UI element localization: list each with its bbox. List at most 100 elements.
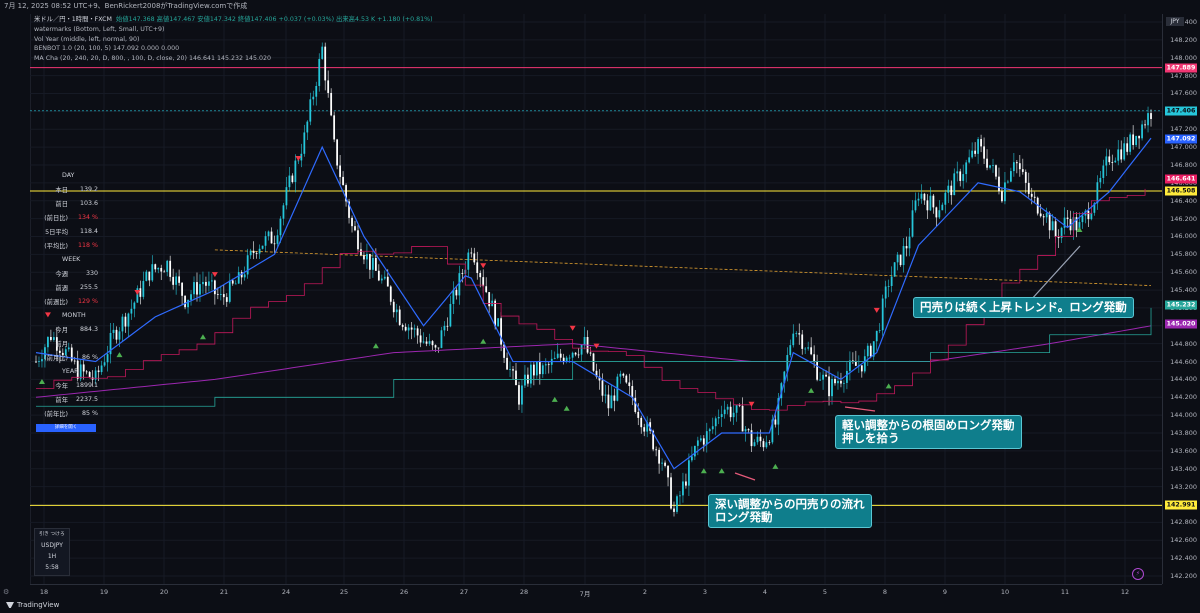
annotation-uptrend-long[interactable]: 円売りは続く上昇トレンド。ロング発動 xyxy=(913,297,1134,318)
candle-body xyxy=(1054,221,1057,237)
price-tick-label: 144.000 xyxy=(1170,411,1197,420)
stats-row: 5日平均 118.4 xyxy=(34,224,98,238)
candle-body xyxy=(1010,171,1012,182)
candle-body xyxy=(714,418,717,427)
sell-signal xyxy=(748,401,755,407)
price-tick-label: 147.600 xyxy=(1170,89,1197,98)
stats-row: 前年 2237.5 xyxy=(34,392,98,406)
stats-detail-button[interactable]: 詳細を開く xyxy=(36,424,96,432)
legend-line-watermarks[interactable]: watermarks (Bottom, Left, Small, UTC+9) xyxy=(34,25,433,35)
tradingview-logo-icon xyxy=(6,602,14,608)
price-axis[interactable]: 148.400148.200148.000147.800147.600147.4… xyxy=(1162,14,1200,584)
candle-body xyxy=(524,374,526,386)
candle-body xyxy=(541,365,544,375)
candle-body xyxy=(366,253,368,260)
candle-body xyxy=(374,257,377,271)
candle-body xyxy=(577,354,580,356)
stats-value: 118.4 xyxy=(79,227,98,235)
time-tick-label: 5 xyxy=(822,588,828,596)
candle-body xyxy=(926,200,929,211)
candle-body xyxy=(732,412,735,418)
candle-body xyxy=(869,345,872,357)
stats-value: 118 % xyxy=(77,241,98,249)
legend-line-volyear[interactable]: Vol Year (middle, left, normal, 90) xyxy=(34,35,433,45)
time-tick-label: 10 xyxy=(1000,588,1010,596)
stats-label: 今週 xyxy=(55,270,68,278)
candle-body xyxy=(899,254,902,266)
stats-week-header: WEEK xyxy=(62,255,81,263)
candle-body xyxy=(628,382,631,387)
candle-body xyxy=(279,218,282,236)
candle-body xyxy=(711,426,714,430)
candle-body xyxy=(920,193,923,199)
candle-body xyxy=(1138,135,1140,139)
candle-body xyxy=(273,243,276,245)
candle-body xyxy=(449,303,452,327)
candle-body xyxy=(866,345,869,357)
candle-body xyxy=(905,246,908,249)
price-tag: 145.020 xyxy=(1165,319,1197,329)
candle-body xyxy=(404,326,407,331)
candle-body xyxy=(336,139,339,166)
candle-body xyxy=(1135,135,1138,145)
candle-body xyxy=(333,115,336,140)
candle-body xyxy=(121,316,124,332)
candle-body xyxy=(685,481,687,486)
buy-signal xyxy=(480,338,487,344)
time-tick-label: 26 xyxy=(399,588,409,596)
annotation-deep-correction-long[interactable]: 深い調整からの円売りの流れ ロング発動 xyxy=(708,494,872,528)
candle-body xyxy=(530,364,532,384)
time-tick-label: 12 xyxy=(1120,588,1130,596)
candle-body xyxy=(419,335,422,343)
candle-body xyxy=(911,210,914,237)
gear-icon[interactable]: ⚙ xyxy=(3,588,9,596)
price-tick-label: 142.200 xyxy=(1170,572,1197,580)
candle-body xyxy=(139,288,142,297)
candle-body xyxy=(467,252,470,270)
candle-body xyxy=(1027,182,1030,194)
candle-body xyxy=(118,331,121,340)
lightning-icon[interactable]: ⚡ xyxy=(1132,568,1144,580)
candle-body xyxy=(813,354,816,362)
price-tag: 147.092 xyxy=(1165,134,1197,144)
legend-line-macha[interactable]: MA Cha (20, 240, 20, D, 800, , 100, D, c… xyxy=(34,54,433,64)
legend-symbol-row[interactable]: 米ドル／円・1時間・FXCM 始値147.368 高値147.467 安値147… xyxy=(34,15,433,25)
stats-row: 今週 330 xyxy=(34,266,98,280)
ticker-caption: 引き つけろ xyxy=(39,532,65,537)
candle-body xyxy=(592,353,595,371)
candle-body xyxy=(202,281,204,285)
candle-body xyxy=(998,176,1000,192)
candle-body xyxy=(759,436,762,442)
candle-body xyxy=(995,165,997,177)
candle-body xyxy=(828,376,830,397)
candle-body xyxy=(434,345,437,348)
legend-symbol: 米ドル／円・1時間・FXCM xyxy=(34,16,112,23)
candle-body xyxy=(768,442,771,444)
candle-body xyxy=(398,309,401,325)
candle-body xyxy=(425,341,428,344)
candle-body xyxy=(682,481,684,496)
currency-label[interactable]: JPY xyxy=(1166,17,1184,26)
candle-body xyxy=(896,254,899,263)
indicator-legend: 米ドル／円・1時間・FXCM 始値147.368 高値147.467 安値147… xyxy=(34,15,433,64)
candle-body xyxy=(553,357,556,359)
candle-body xyxy=(1150,113,1152,119)
candle-body xyxy=(568,357,571,359)
price-tag: 142.991 xyxy=(1165,500,1197,510)
candle-body xyxy=(741,405,744,432)
candle-body xyxy=(369,253,371,270)
candle-body xyxy=(846,370,848,383)
candle-body xyxy=(726,406,729,410)
candle-body xyxy=(696,440,699,446)
annotation-pullback-long[interactable]: 軽い調整からの根固めロング発動 押しを拾う xyxy=(835,415,1022,449)
candle-body xyxy=(163,271,166,273)
candle-body xyxy=(676,496,678,512)
time-axis[interactable]: 18 19 20 21 24 25 26 27 28 7月 2 3 4 5 8 9 10 11 12 xyxy=(30,584,1162,599)
legend-line-benbot[interactable]: BENBOT 1.0 (20, 100, 5) 147.092 0.000 0.… xyxy=(34,44,433,54)
candle-body xyxy=(941,204,944,211)
stats-row: (前年比) 85 % xyxy=(34,406,98,420)
candle-body xyxy=(923,193,926,201)
candle-body xyxy=(816,361,819,380)
candle-body xyxy=(1057,236,1060,239)
candle-body xyxy=(377,270,380,281)
